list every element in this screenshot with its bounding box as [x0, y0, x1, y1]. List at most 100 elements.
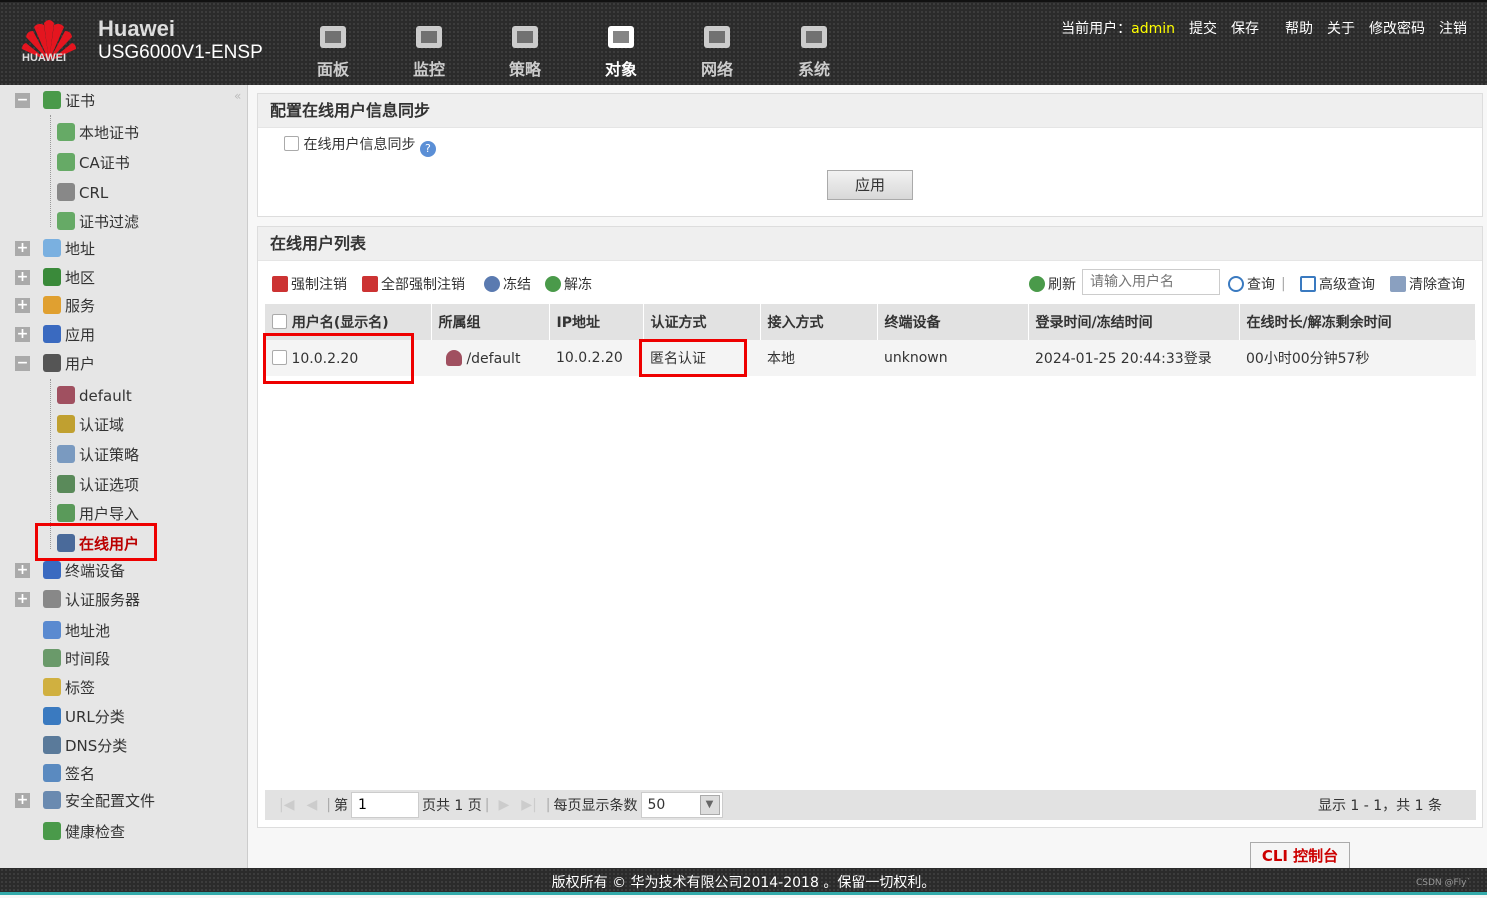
collapse-icon[interactable]: −	[15, 93, 30, 108]
user-group-icon	[446, 349, 462, 366]
username-search-input[interactable]	[1082, 269, 1220, 295]
sidebar-item[interactable]: 证书	[43, 88, 95, 114]
tree-node-icon	[57, 123, 75, 141]
tree-node-icon	[43, 590, 61, 608]
nav-policy[interactable]: 策略	[495, 24, 555, 80]
tree-node-icon	[43, 354, 61, 372]
system-icon	[801, 26, 827, 48]
tree-node-icon	[43, 822, 61, 840]
query-button[interactable]: 查询 |	[1228, 274, 1289, 294]
table-row[interactable]: 10.0.2.20 /default 10.0.2.20 匿名认证 本地 unk…	[265, 340, 1476, 376]
sidebar-item[interactable]: 地址池	[43, 618, 110, 644]
tree-node-icon	[43, 707, 61, 725]
top-header: HUAWEI Huawei USG6000V1-ENSP 面板 监控 策略 对象 网络系…	[0, 0, 1487, 85]
help-link[interactable]: 帮助	[1285, 18, 1313, 38]
submit-link[interactable]: 提交	[1189, 18, 1217, 38]
unfreeze-button[interactable]: 解冻	[545, 274, 592, 294]
expand-icon[interactable]: +	[15, 592, 30, 607]
sidebar-item[interactable]: 服务	[43, 293, 95, 319]
sidebar-item[interactable]: 认证策略	[57, 442, 139, 468]
expand-icon[interactable]: +	[15, 563, 30, 578]
nav-network[interactable]: 网络	[687, 24, 747, 80]
sidebar-item[interactable]: 标签	[43, 675, 95, 701]
clear-icon	[1390, 276, 1406, 292]
save-link[interactable]: 保存	[1231, 18, 1259, 38]
sidebar-item[interactable]: 时间段	[43, 646, 110, 672]
sidebar-item[interactable]: 认证域	[57, 412, 124, 438]
sidebar-item[interactable]: 应用	[43, 322, 95, 348]
tree-node-icon	[43, 561, 61, 579]
monitor-icon	[416, 26, 442, 48]
force-logout-all-button[interactable]: 全部强制注销	[362, 274, 465, 294]
refresh-button[interactable]: 刷新	[1029, 274, 1076, 294]
highlight-box	[639, 339, 747, 377]
apply-button[interactable]: 应用	[827, 170, 913, 200]
sidebar-item[interactable]: 安全配置文件	[43, 788, 155, 814]
advanced-query-button[interactable]: 高级查询	[1300, 274, 1375, 294]
force-logout-icon	[272, 276, 288, 292]
sidebar-item[interactable]: 本地证书	[57, 120, 139, 146]
collapse-icon[interactable]: −	[15, 356, 30, 371]
panel-title: 在线用户列表	[258, 227, 1482, 261]
expand-icon[interactable]: +	[15, 327, 30, 342]
sidebar-item[interactable]: 签名	[43, 761, 95, 787]
chevron-down-icon: ▼	[699, 795, 720, 815]
sidebar-item[interactable]: 终端设备	[43, 558, 125, 584]
collapse-sidebar-icon[interactable]: «	[234, 89, 241, 103]
sidebar-item[interactable]: 认证服务器	[43, 587, 140, 613]
last-page-icon[interactable]: ▶|	[521, 797, 536, 813]
expand-icon[interactable]: +	[15, 270, 30, 285]
pagination: |◀◀| 第 页共 1 页| ▶▶|| 每页显示条数 50▼ 显示 1 - 1，…	[265, 790, 1476, 820]
dashboard-icon	[320, 26, 346, 48]
tree-node-icon	[43, 649, 61, 667]
sync-checkbox[interactable]	[284, 136, 299, 151]
select-all-checkbox[interactable]	[272, 314, 287, 329]
sidebar-item[interactable]: default	[57, 383, 132, 409]
per-page-select[interactable]: 50 ▼	[640, 792, 723, 818]
tree-node-icon	[43, 621, 61, 639]
sidebar-item[interactable]: DNS分类	[43, 733, 127, 759]
expand-icon[interactable]: +	[15, 793, 30, 808]
sidebar-item[interactable]: 证书过滤	[57, 209, 139, 235]
change-password-link[interactable]: 修改密码	[1369, 18, 1425, 38]
nav-dashboard[interactable]: 面板	[303, 24, 363, 80]
tree-node-icon	[43, 268, 61, 286]
tree-node-icon	[43, 678, 61, 696]
tree-node-icon	[43, 239, 61, 257]
nav-monitor[interactable]: 监控	[399, 24, 459, 80]
brand-name: Huawei	[98, 16, 176, 41]
first-page-icon[interactable]: |◀	[279, 797, 294, 813]
nav-system[interactable]: 系统	[784, 24, 844, 80]
current-user: admin	[1131, 21, 1175, 37]
unfreeze-icon	[545, 276, 561, 292]
expand-icon[interactable]: +	[15, 298, 30, 313]
online-user-panel: 在线用户列表 强制注销 全部强制注销 冻结 解冻 刷新 查询| 高级查询 清除查…	[257, 226, 1483, 828]
online-user-table: 用户名(显示名) 所属组 IP地址 认证方式 接入方式 终端设备 登录时间/冻结…	[265, 304, 1476, 376]
device-model: USG6000V1-ENSP	[98, 42, 263, 63]
sidebar-item[interactable]: 健康检查	[43, 819, 125, 845]
force-logout-button[interactable]: 强制注销	[272, 274, 347, 294]
nav-object[interactable]: 对象	[591, 24, 651, 80]
help-icon[interactable]: ?	[419, 141, 436, 157]
expand-icon[interactable]: +	[15, 241, 30, 256]
next-page-icon[interactable]: ▶	[499, 797, 510, 813]
sidebar-item[interactable]: 用户	[43, 351, 95, 377]
page-number-input[interactable]	[350, 792, 419, 818]
logout-link[interactable]: 注销	[1439, 18, 1467, 38]
tree-node-icon	[57, 153, 75, 171]
tree-node-icon	[43, 296, 61, 314]
footer: 版权所有 © 华为技术有限公司2014-2018 。保留一切权利。 CSDN @…	[0, 868, 1487, 895]
tree-node-icon	[57, 415, 75, 433]
freeze-button[interactable]: 冻结	[484, 274, 531, 294]
about-link[interactable]: 关于	[1327, 18, 1355, 38]
prev-page-icon[interactable]: ◀	[306, 797, 317, 813]
sidebar-item[interactable]: 地址	[43, 236, 95, 262]
cli-console-button[interactable]: CLI 控制台	[1250, 842, 1350, 869]
sidebar-item[interactable]: CRL	[57, 180, 108, 206]
sidebar-item[interactable]: URL分类	[43, 704, 125, 730]
clear-query-button[interactable]: 清除查询	[1390, 274, 1465, 294]
sidebar-item[interactable]: CA证书	[57, 150, 130, 176]
sidebar-item[interactable]: 认证选项	[57, 472, 139, 498]
force-logout-all-icon	[362, 276, 378, 292]
sidebar-item[interactable]: 地区	[43, 265, 95, 291]
